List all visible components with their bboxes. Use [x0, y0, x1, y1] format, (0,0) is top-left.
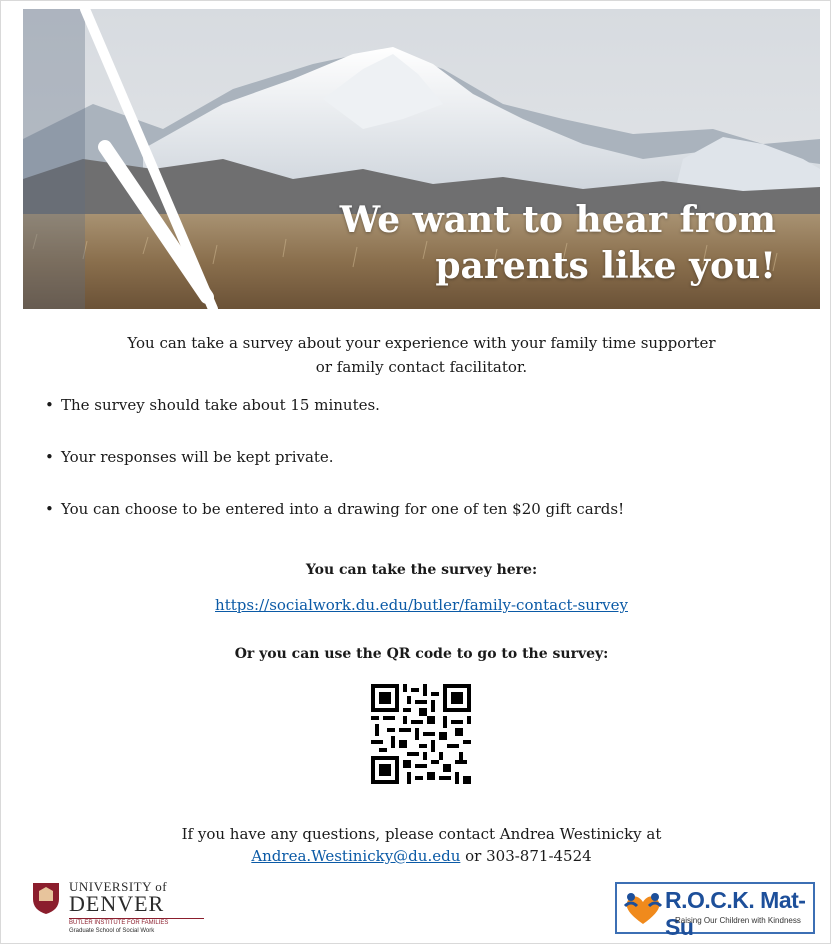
- banner-title-line1: We want to hear from: [339, 199, 776, 241]
- list-item: • The survey should take about 15 minute…: [23, 395, 820, 415]
- intro-line1: You can take a survey about your experie…: [127, 334, 716, 352]
- intro-paragraph: You can take a survey about your experie…: [23, 331, 820, 379]
- bullet-text: Your responses will be kept private.: [61, 448, 334, 466]
- contact-phone: or 303-871-4524: [465, 847, 592, 865]
- bullet-icon: •: [45, 448, 54, 466]
- rock-mat-su-logo: R.O.C.K. Mat-Su Raising Our Children wit…: [615, 882, 815, 940]
- bullet-icon: •: [45, 396, 54, 414]
- rock-family-hearts-icon: [623, 893, 663, 924]
- qr-heading: Or you can use the QR code to go to the …: [234, 646, 609, 662]
- rock-tagline: Raising Our Children with Kindness: [675, 916, 801, 925]
- list-item: • Your responses will be kept private.: [23, 447, 820, 467]
- banner-title-line2: parents like you!: [435, 245, 776, 287]
- survey-link[interactable]: https://socialwork.du.edu/butler/family-…: [23, 596, 820, 614]
- bullet-text: The survey should take about 15 minutes.: [61, 396, 380, 414]
- hero-banner: We want to hear from parents like you!: [23, 9, 820, 309]
- university-of-denver-logo: UNIVERSITY of DENVER BUTLER INSTITUTE FO…: [31, 877, 206, 937]
- survey-heading: You can take the survey here:: [305, 562, 538, 578]
- intro-line2: or family contact facilitator.: [315, 358, 528, 376]
- du-crest-icon: [33, 883, 59, 914]
- list-item: • You can choose to be entered into a dr…: [23, 499, 820, 519]
- flyer-content: You can take a survey about your experie…: [23, 331, 820, 551]
- banner-title: We want to hear from parents like you!: [340, 197, 776, 289]
- bullet-icon: •: [45, 500, 54, 518]
- du-sub-line1: BUTLER INSTITUTE FOR FAMILIES: [69, 920, 169, 926]
- flyer-page: We want to hear from parents like you! Y…: [0, 0, 831, 944]
- info-bullet-list: • The survey should take about 15 minute…: [23, 395, 820, 519]
- rock-name: R.O.C.K. Mat-Su: [665, 887, 806, 940]
- contact-info: If you have any questions, please contac…: [23, 823, 820, 867]
- contact-email-link[interactable]: Andrea.Westinicky@du.edu: [251, 847, 460, 865]
- qr-code-icon[interactable]: [371, 684, 471, 784]
- du-sub-line2: Graduate School of Social Work: [69, 928, 155, 934]
- bullet-text: You can choose to be entered into a draw…: [61, 500, 625, 518]
- contact-line1: If you have any questions, please contac…: [181, 825, 662, 843]
- du-divider: [69, 918, 204, 919]
- du-name-line2: DENVER: [69, 891, 165, 916]
